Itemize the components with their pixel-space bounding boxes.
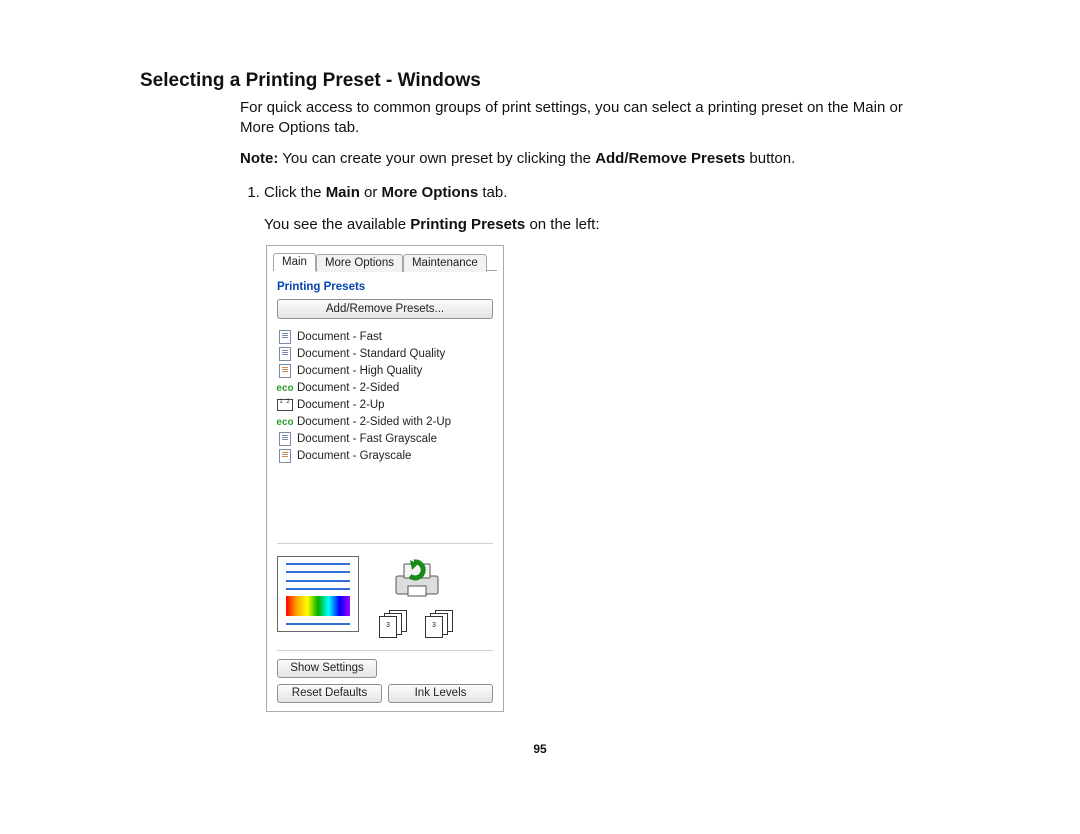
- divider: [277, 650, 493, 651]
- eco-icon: eco: [277, 381, 293, 395]
- step1-post: tab.: [478, 184, 507, 201]
- step-1: Click the Main or More Options tab.: [264, 184, 940, 201]
- step1-main: Main: [326, 184, 360, 201]
- preset-label: Document - 2-Sided: [297, 382, 399, 394]
- step1-mid: or: [360, 184, 382, 201]
- printing-presets-title: Printing Presets: [277, 281, 493, 293]
- two-up-icon: [277, 398, 293, 412]
- document-icon: [277, 449, 293, 463]
- preset-document-high-quality[interactable]: Document - High Quality: [277, 363, 493, 380]
- preset-document-fast[interactable]: Document - Fast: [277, 329, 493, 346]
- preview-area: 1 2 3 1 2 3: [277, 552, 493, 642]
- tab-main[interactable]: Main: [273, 253, 316, 271]
- printer-dialog-panel: Main More Options Maintenance Printing P…: [266, 245, 504, 712]
- preset-document-2-sided[interactable]: eco Document - 2-Sided: [277, 380, 493, 397]
- ink-levels-button[interactable]: Ink Levels: [388, 684, 493, 703]
- document-icon: [277, 432, 293, 446]
- step1-see-post: on the left:: [525, 216, 599, 233]
- preset-document-2-up[interactable]: Document - 2-Up: [277, 397, 493, 414]
- preset-list: Document - Fast Document - Standard Qual…: [277, 329, 493, 535]
- printer-recycle-icon: [392, 556, 442, 600]
- page-heading: Selecting a Printing Preset - Windows: [140, 70, 940, 92]
- preset-label: Document - 2-Up: [297, 399, 385, 411]
- step1-pre: Click the: [264, 184, 326, 201]
- collate-stack-icon: 1 2 3: [425, 610, 455, 634]
- document-icon: [277, 364, 293, 378]
- preset-label: Document - Fast: [297, 331, 382, 343]
- preset-label: Document - High Quality: [297, 365, 422, 377]
- preset-document-2-sided-2-up[interactable]: eco Document - 2-Sided with 2-Up: [277, 414, 493, 431]
- step1-result: You see the available Printing Presets o…: [264, 216, 940, 233]
- document-icon: [277, 347, 293, 361]
- note-bold: Add/Remove Presets: [595, 150, 745, 167]
- preset-label: Document - Fast Grayscale: [297, 433, 437, 445]
- note-paragraph: Note: You can create your own preset by …: [240, 149, 940, 169]
- tab-more-options[interactable]: More Options: [316, 254, 403, 272]
- tab-maintenance[interactable]: Maintenance: [403, 254, 487, 272]
- document-icon: [277, 330, 293, 344]
- step1-see-b: Printing Presets: [410, 216, 525, 233]
- reset-defaults-button[interactable]: Reset Defaults: [277, 684, 382, 703]
- preview-thumbnail: [277, 556, 359, 632]
- preset-document-fast-grayscale[interactable]: Document - Fast Grayscale: [277, 431, 493, 448]
- preset-document-standard-quality[interactable]: Document - Standard Quality: [277, 346, 493, 363]
- intro-paragraph: For quick access to common groups of pri…: [240, 98, 940, 139]
- eco-icon: eco: [277, 415, 293, 429]
- preset-label: Document - Standard Quality: [297, 348, 445, 360]
- note-label: Note:: [240, 150, 278, 167]
- step1-more: More Options: [382, 184, 479, 201]
- preset-label: Document - 2-Sided with 2-Up: [297, 416, 451, 428]
- preset-document-grayscale[interactable]: Document - Grayscale: [277, 448, 493, 465]
- preset-label: Document - Grayscale: [297, 450, 411, 462]
- divider: [277, 543, 493, 544]
- add-remove-presets-button[interactable]: Add/Remove Presets...: [277, 299, 493, 319]
- note-tail: button.: [745, 150, 795, 167]
- show-settings-button[interactable]: Show Settings: [277, 659, 377, 678]
- step1-see-pre: You see the available: [264, 216, 410, 233]
- tab-bar: Main More Options Maintenance: [267, 246, 503, 271]
- page-number: 95: [140, 742, 940, 756]
- note-text: You can create your own preset by clicki…: [278, 150, 595, 167]
- collate-stack-icon: 1 2 3: [379, 610, 409, 634]
